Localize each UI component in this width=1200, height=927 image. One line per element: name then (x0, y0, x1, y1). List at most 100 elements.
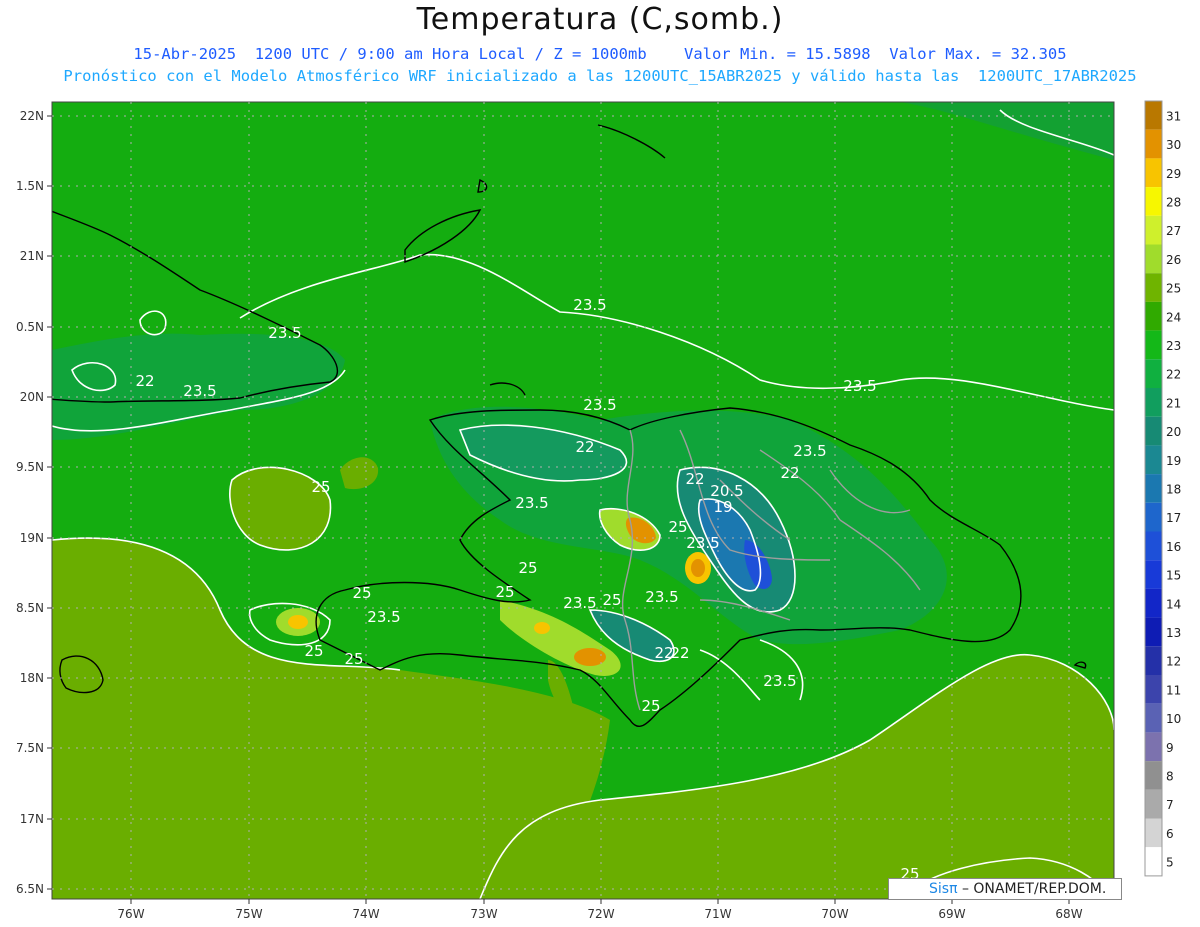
colorbar-swatch (1145, 502, 1162, 532)
contour-label: 25 (518, 559, 537, 577)
contour-label: 23.5 (686, 534, 719, 552)
lat-tick-label: 17N (20, 812, 44, 826)
contour-label: 25 (304, 642, 323, 660)
weather-map: 76W 75W 74W 73W 72W 71W 70W 69W 68W 22N 1.5N 21N 0.… (16, 100, 1181, 921)
colorbar-label: 30 (1166, 138, 1181, 152)
lon-tick-label: 72W (587, 907, 614, 921)
colorbar-label: 5 (1166, 856, 1174, 870)
colorbar-label: 21 (1166, 396, 1181, 410)
colorbar-swatch (1145, 187, 1162, 216)
contour-label: 23.5 (645, 588, 678, 606)
lat-tick-label: 20N (20, 390, 44, 404)
colorbar-swatch (1145, 215, 1162, 245)
contour-label: 22 (135, 372, 154, 390)
lon-tick-label: 71W (704, 907, 731, 921)
colorbar-label: 22 (1166, 368, 1181, 382)
lon-tick-label: 75W (235, 907, 262, 921)
colorbar-swatch (1145, 617, 1162, 647)
colorbar-label: 13 (1166, 626, 1181, 640)
hot-spot-5 (534, 622, 550, 634)
lon-tick-label: 68W (1055, 907, 1082, 921)
lat-tick-label: 8.5N (16, 601, 44, 615)
contour-label: 25 (352, 584, 371, 602)
contour-label: 22 (780, 464, 799, 482)
colorbar-swatch (1145, 445, 1162, 475)
contour-label: 19 (713, 498, 732, 516)
lon-tick-label: 74W (352, 907, 379, 921)
colorbar-swatch (1145, 101, 1162, 130)
hot-spot-4 (288, 615, 308, 629)
colorbar-swatch (1145, 474, 1162, 503)
colorbar-swatch (1145, 588, 1162, 618)
colorbar-label: 28 (1166, 195, 1181, 209)
hot-spot-2 (691, 559, 705, 577)
colorbar-label: 14 (1166, 597, 1181, 611)
longitude-labels: 76W 75W 74W 73W 72W 71W 70W 69W 68W (117, 899, 1083, 921)
lon-tick-label: 69W (938, 907, 965, 921)
colorbar-label: 15 (1166, 569, 1181, 583)
contour-label: 25 (641, 697, 660, 715)
colorbar-label: 10 (1166, 712, 1181, 726)
colorbar-label: 12 (1166, 655, 1181, 669)
lat-tick-label: 7.5N (16, 741, 44, 755)
contour-label: 25 (344, 650, 363, 668)
colorbar-label: 11 (1166, 683, 1181, 697)
colorbar-swatch (1145, 560, 1162, 589)
contour-label: 23.5 (583, 396, 616, 414)
latitude-labels: 22N 1.5N 21N 0.5N 20N 9.5N 19N 8.5N 18N 7.5N 17N 6.… (16, 109, 52, 896)
colorbar-swatch (1145, 789, 1162, 819)
contour-label: 23.5 (573, 296, 606, 314)
lat-tick-label: 6.5N (16, 882, 44, 896)
colorbar-swatch (1145, 761, 1162, 790)
colorbar-swatch (1145, 158, 1162, 188)
colorbar-swatch (1145, 531, 1162, 561)
colorbar-swatch (1145, 416, 1162, 446)
contour-label: 25 (311, 478, 330, 496)
colorbar-label: 8 (1166, 769, 1174, 783)
colorbar-swatch (1145, 847, 1162, 876)
colorbar-label: 18 (1166, 482, 1181, 496)
contour-label: 25 (602, 591, 621, 609)
colorbar-label: 19 (1166, 454, 1181, 468)
contour-label: 23.5 (268, 324, 301, 342)
colorbar-swatch (1145, 301, 1162, 331)
lat-tick-label: 19N (20, 531, 44, 545)
colorbar-label: 29 (1166, 167, 1181, 181)
lat-tick-label: 22N (20, 109, 44, 123)
contour-label: 22 (654, 644, 673, 662)
colorbar-swatch (1145, 675, 1162, 704)
credit-box: Sisπ – ONAMET/REP.DOM. (888, 878, 1122, 900)
colorbar-label: 24 (1166, 310, 1181, 324)
colorbar-swatch (1145, 330, 1162, 360)
contour-label: 23.5 (793, 442, 826, 460)
lat-tick-label: 9.5N (16, 460, 44, 474)
contour-label: 23.5 (183, 382, 216, 400)
contour-label: 23.5 (367, 608, 400, 626)
contour-label: 23.5 (563, 594, 596, 612)
contour-label: 25 (495, 583, 514, 601)
colorbar-label: 20 (1166, 425, 1181, 439)
lon-tick-label: 70W (821, 907, 848, 921)
credit-text: – ONAMET/REP.DOM. (957, 881, 1107, 897)
credit-brand: Sisπ (929, 881, 958, 897)
colorbar-swatch (1145, 129, 1162, 159)
colorbar-swatch (1145, 818, 1162, 848)
colorbar-swatch (1145, 388, 1162, 417)
lat-tick-label: 21N (20, 249, 44, 263)
colorbar-swatch (1145, 646, 1162, 675)
contour-label: 22 (575, 438, 594, 456)
colorbar-label: 23 (1166, 339, 1181, 353)
contour-label: 23.5 (843, 377, 876, 395)
colorbar-swatch (1145, 359, 1162, 388)
colorbar-label: 27 (1166, 224, 1181, 238)
lat-tick-label: 18N (20, 671, 44, 685)
colorbar-swatch (1145, 703, 1162, 733)
contour-label: 23.5 (515, 494, 548, 512)
contour-label: 25 (668, 518, 687, 536)
contour-label: 22 (685, 470, 704, 488)
lat-tick-label: 0.5N (16, 320, 44, 334)
colorbar-label: 7 (1166, 798, 1174, 812)
colorbar-swatch (1145, 732, 1162, 762)
colorbar-label: 26 (1166, 253, 1181, 267)
colorbar-swatch (1145, 244, 1162, 274)
